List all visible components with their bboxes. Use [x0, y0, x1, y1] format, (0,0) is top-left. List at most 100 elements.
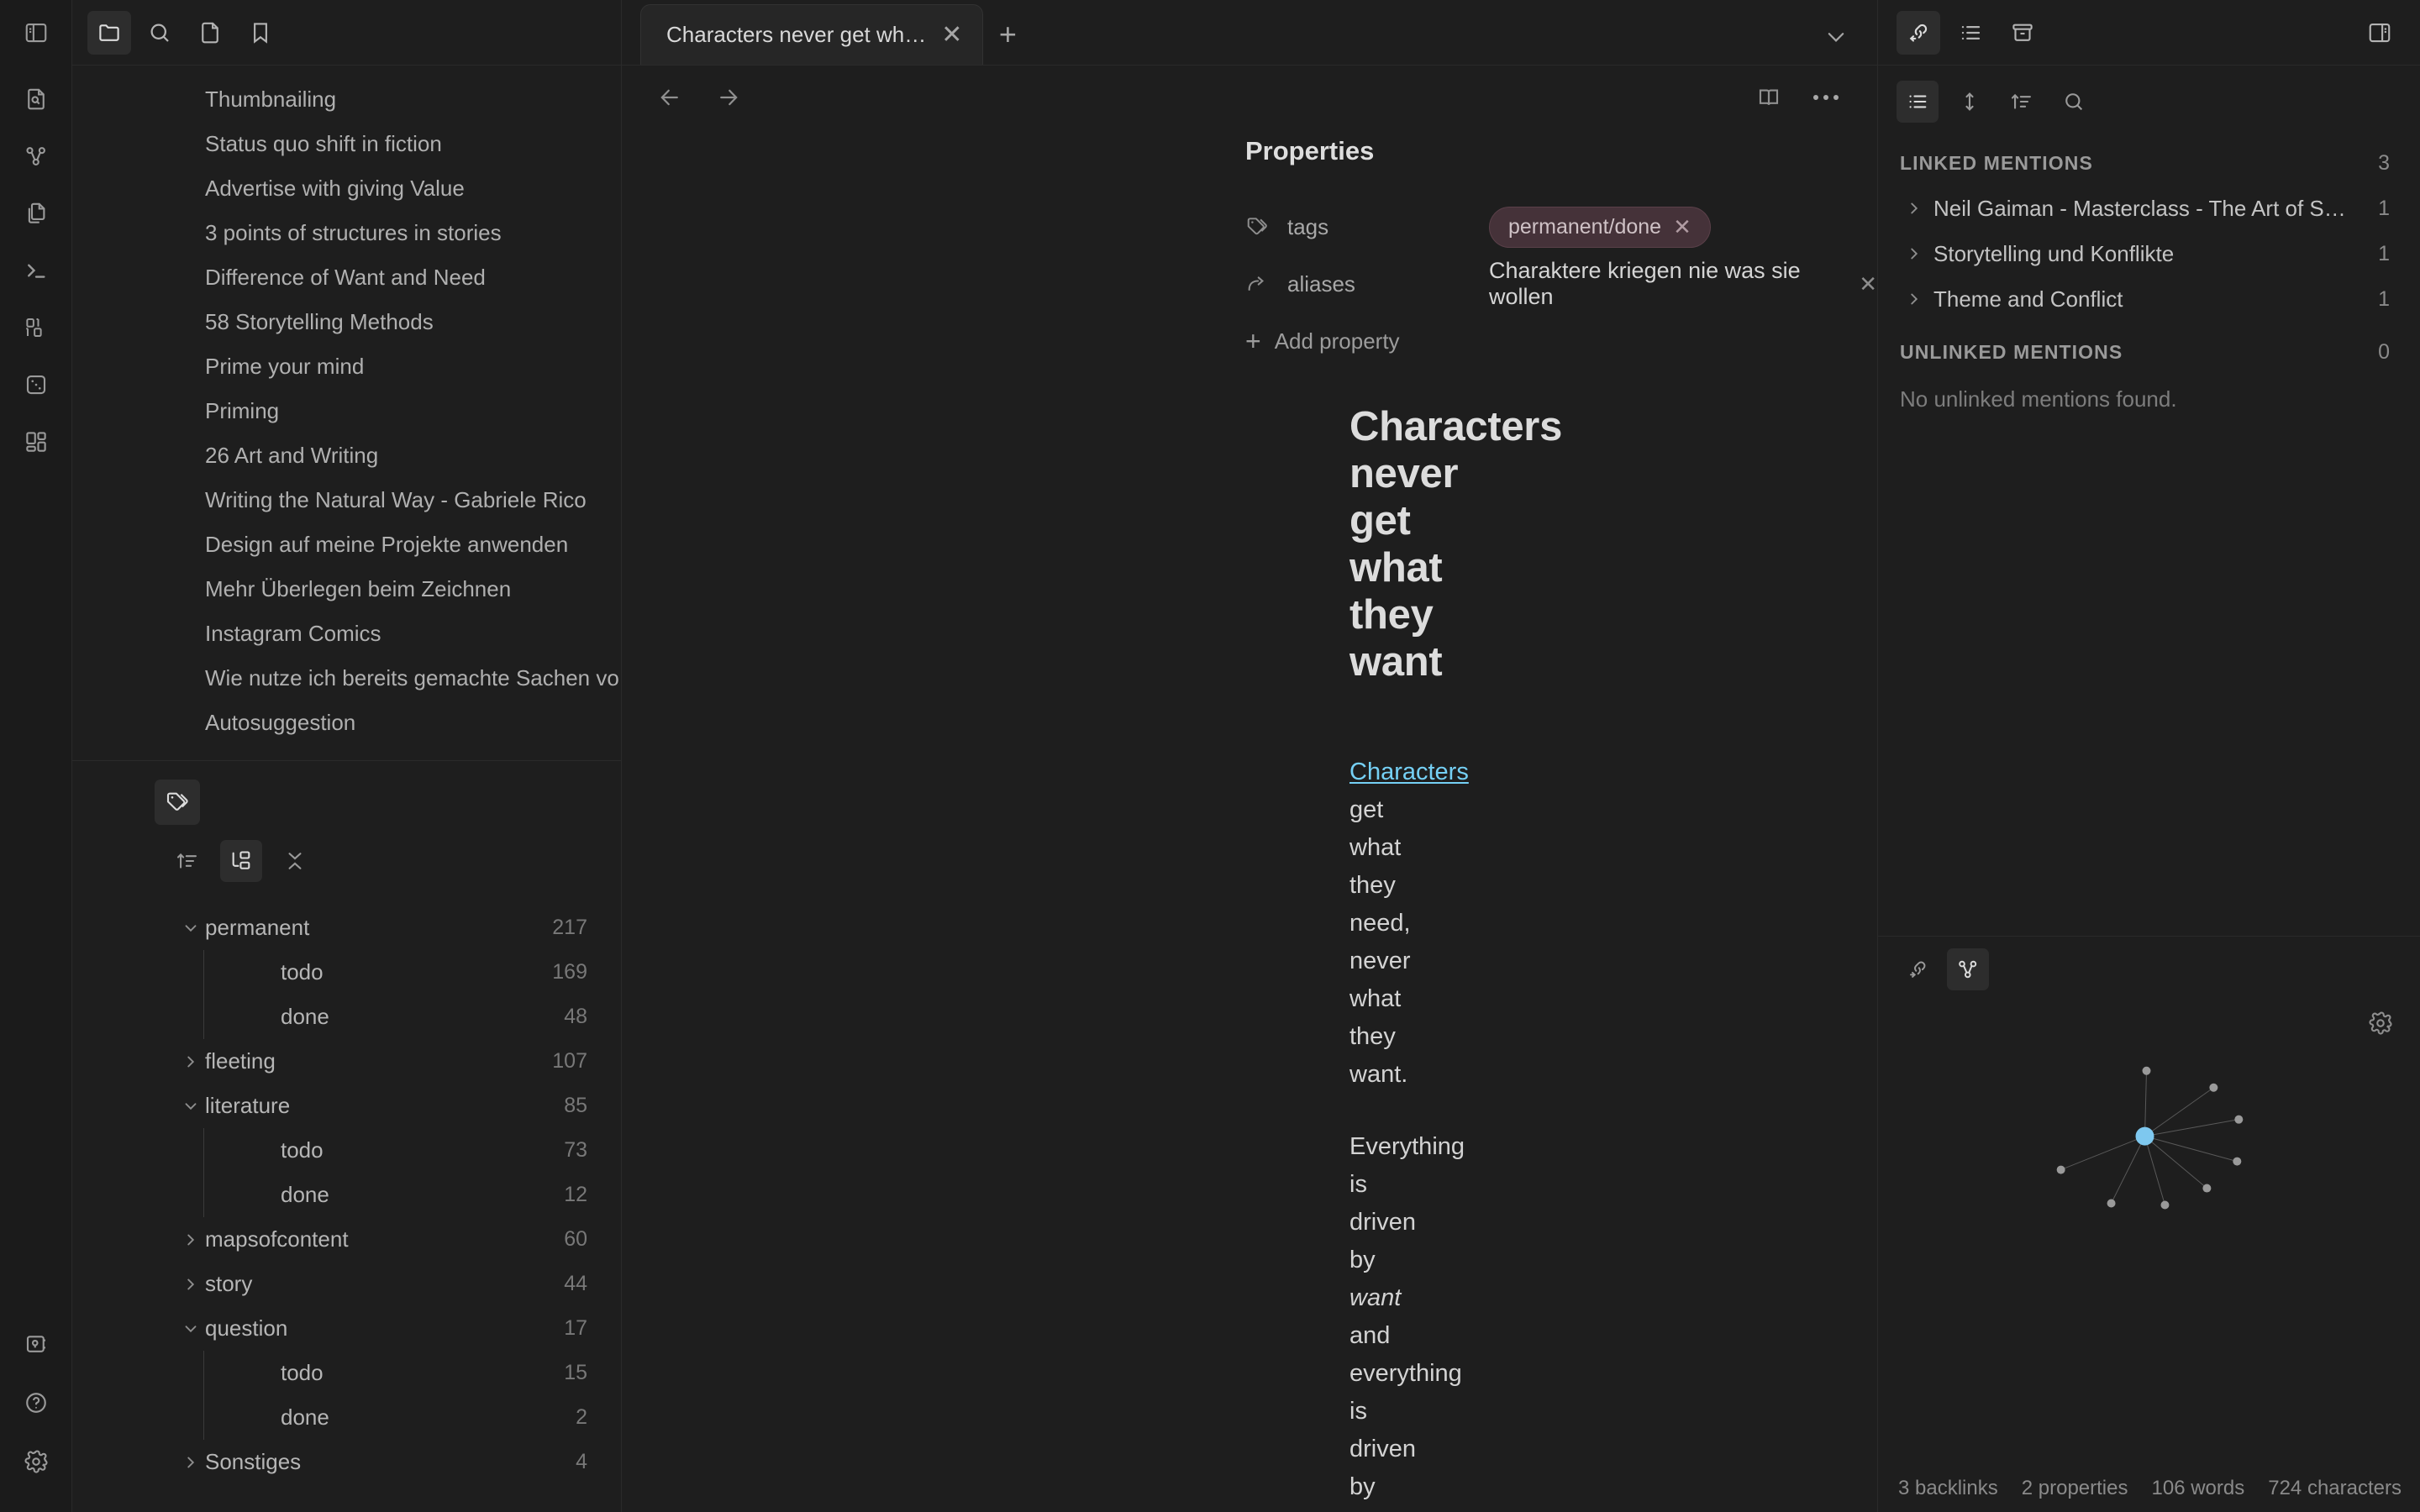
sort-icon[interactable]: [166, 840, 208, 882]
search-icon[interactable]: [138, 11, 182, 55]
vault-icon[interactable]: [14, 1322, 58, 1366]
graph-view-icon[interactable]: [14, 134, 58, 178]
tag-tree-item[interactable]: todo 169: [72, 950, 621, 995]
internal-link[interactable]: Characters: [1349, 759, 1469, 785]
chevron-right-icon[interactable]: [176, 1453, 205, 1472]
settings-gear-icon[interactable]: [14, 1440, 58, 1483]
tab-bar: Characters never get wh… ✕ +: [622, 0, 1877, 66]
terminal-icon[interactable]: [14, 249, 58, 292]
chevron-right-icon[interactable]: [1900, 290, 1928, 308]
tag-count: 107: [552, 1049, 587, 1073]
file-search-icon[interactable]: [14, 77, 58, 121]
graph-node[interactable]: [2234, 1115, 2244, 1124]
tag-tree-item[interactable]: permanent 217: [72, 906, 621, 950]
binary-icon[interactable]: [14, 306, 58, 349]
right-sidebar-header: [1878, 0, 2420, 66]
tag-tree-item[interactable]: mapsofcontent 60: [72, 1217, 621, 1262]
tag-tree-item[interactable]: fleeting 107: [72, 1039, 621, 1084]
list-item[interactable]: Mehr Überlegen beim Zeichnen: [72, 567, 621, 612]
bookmark-icon[interactable]: [239, 11, 282, 55]
list-item[interactable]: Advertise with giving Value: [72, 166, 621, 211]
list-item[interactable]: Design auf meine Projekte anwenden: [72, 522, 621, 567]
collapse-icon[interactable]: [274, 840, 316, 882]
tab-active[interactable]: Characters never get wh… ✕: [640, 4, 984, 65]
nested-tags-icon[interactable]: [220, 840, 262, 882]
close-icon[interactable]: ✕: [941, 22, 962, 48]
chevron-down-icon[interactable]: [176, 1320, 205, 1338]
graph-node[interactable]: [2233, 1157, 2242, 1166]
chevron-right-icon[interactable]: [1900, 199, 1928, 218]
help-icon[interactable]: [14, 1381, 58, 1425]
graph-node[interactable]: [2202, 1184, 2212, 1193]
list-item[interactable]: 26 Art and Writing: [72, 433, 621, 478]
arrow-left-icon[interactable]: [649, 76, 691, 118]
right-sidebar-toggle-icon[interactable]: [2358, 11, 2402, 55]
list-item[interactable]: Writing the Natural Way - Gabriele Rico: [72, 478, 621, 522]
new-tab-button[interactable]: +: [983, 4, 1032, 65]
tag-tree-item[interactable]: todo 15: [72, 1351, 621, 1395]
tag-tree-item[interactable]: todo 73: [72, 1128, 621, 1173]
list-item[interactable]: Storytelling und Konflikte 1: [1878, 231, 2420, 276]
chevron-down-icon[interactable]: [1823, 24, 1849, 50]
tag-tree-item[interactable]: done 2: [72, 1395, 621, 1440]
file-icon[interactable]: [188, 11, 232, 55]
copy-files-icon[interactable]: [14, 192, 58, 235]
book-open-icon[interactable]: [1748, 76, 1790, 118]
list-item[interactable]: Neil Gaiman - Masterclass - The Art of S…: [1878, 186, 2420, 231]
tag-tree-item[interactable]: literature 85: [72, 1084, 621, 1128]
chevron-down-icon[interactable]: [176, 1097, 205, 1116]
property-key-tags[interactable]: tags: [622, 214, 1489, 240]
graph-edge: [2144, 1136, 2165, 1205]
sidebar-toggle-icon[interactable]: [14, 11, 58, 55]
list-item[interactable]: Wie nutze ich bereits gemachte Sachen vo…: [72, 656, 621, 701]
graph-canvas[interactable]: [1878, 937, 2420, 1512]
alias-value[interactable]: Charaktere kriegen nie was sie wollen ✕: [1489, 258, 1877, 310]
list-item[interactable]: 58 Storytelling Methods: [72, 300, 621, 344]
list-item[interactable]: Instagram Comics: [72, 612, 621, 656]
tag-tree-item[interactable]: story 44: [72, 1262, 621, 1306]
graph-node[interactable]: [2142, 1066, 2151, 1075]
list-item[interactable]: Thumbnailing: [72, 77, 621, 122]
tag-pane: permanent 217 todo 169 done 48 fleeting 107 lite…: [72, 761, 621, 1512]
archive-icon[interactable]: [2001, 11, 2044, 55]
tag-tree-item[interactable]: done 12: [72, 1173, 621, 1217]
arrow-right-icon[interactable]: [708, 76, 750, 118]
mention-count: 1: [2378, 286, 2390, 311]
remove-tag-icon[interactable]: ✕: [1673, 216, 1691, 238]
expand-results-icon[interactable]: [1949, 81, 1991, 123]
list-item[interactable]: Priming: [72, 389, 621, 433]
tags-icon[interactable]: [155, 780, 200, 825]
graph-center-node[interactable]: [2135, 1126, 2154, 1146]
property-key-aliases[interactable]: aliases: [622, 271, 1489, 297]
graph-node[interactable]: [2107, 1199, 2116, 1208]
chevron-right-icon[interactable]: [176, 1053, 205, 1071]
search-icon[interactable]: [2053, 81, 2095, 123]
graph-node[interactable]: [2209, 1083, 2218, 1092]
list-item[interactable]: Theme and Conflict 1: [1878, 276, 2420, 322]
backlinks-icon[interactable]: [1897, 10, 1940, 55]
add-property-button[interactable]: + Add property: [622, 328, 1877, 354]
list-icon[interactable]: [1897, 81, 1939, 123]
list-item[interactable]: Prime your mind: [72, 344, 621, 389]
tag-tree-item[interactable]: Sonstiges 4: [72, 1440, 621, 1484]
chevron-right-icon[interactable]: [176, 1231, 205, 1249]
list-item[interactable]: Autosuggestion: [72, 701, 621, 745]
tag-pill[interactable]: permanent/done ✕: [1489, 206, 1711, 248]
chevron-down-icon[interactable]: [176, 919, 205, 937]
more-options-icon[interactable]: [1805, 76, 1847, 118]
graph-node[interactable]: [2056, 1165, 2065, 1174]
sort-icon[interactable]: [2001, 81, 2043, 123]
list-item[interactable]: Status quo shift in fiction: [72, 122, 621, 166]
list-item[interactable]: 3 points of structures in stories: [72, 211, 621, 255]
chevron-right-icon[interactable]: [176, 1275, 205, 1294]
chevron-right-icon[interactable]: [1900, 244, 1928, 263]
list-item[interactable]: Difference of Want and Need: [72, 255, 621, 300]
dice-icon[interactable]: [14, 363, 58, 407]
sidebar-item-files[interactable]: [87, 10, 131, 55]
tag-tree-item[interactable]: done 48: [72, 995, 621, 1039]
remove-alias-icon[interactable]: ✕: [1859, 271, 1877, 297]
graph-node[interactable]: [2160, 1200, 2170, 1210]
tag-tree-item[interactable]: question 17: [72, 1306, 621, 1351]
grid-icon[interactable]: [14, 420, 58, 464]
outline-icon[interactable]: [1949, 11, 1992, 55]
